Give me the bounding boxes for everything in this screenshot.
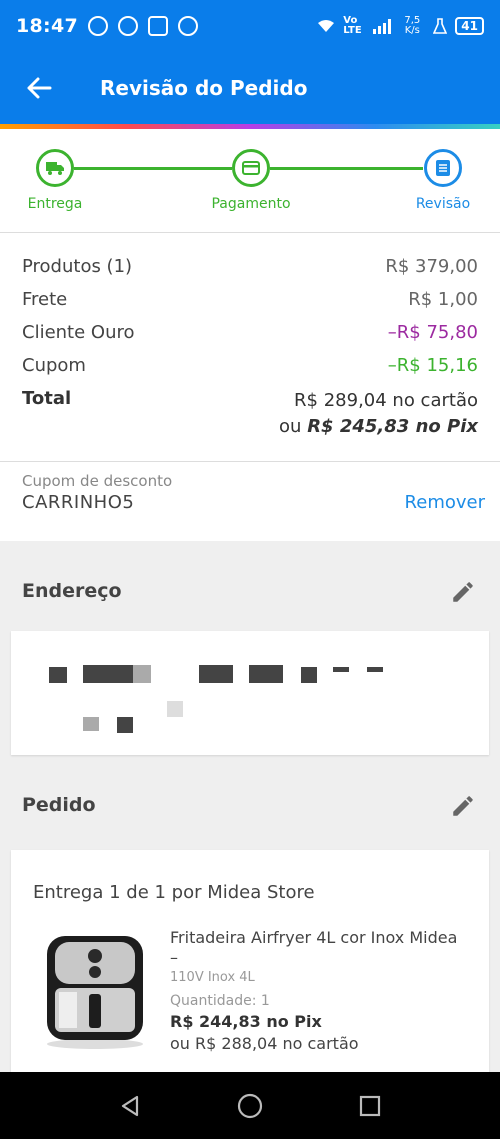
summary-value: –R$ 15,16 [387,355,478,376]
step-pagamento[interactable]: Pagamento [191,149,311,212]
square-recents-icon [359,1095,381,1116]
order-title: Pedido [22,794,96,816]
step-revisao[interactable]: Revisão [383,149,500,212]
summary-value: R$ 1,00 [408,289,478,310]
redacted-text [301,667,317,683]
status-bar: 18:47 Vo LTE 7,5 K/s 41 [0,0,500,52]
summary-label: Frete [22,289,68,310]
step-entrega[interactable]: Entrega [0,149,115,212]
total-pix: R$ 245,83 no Pix [307,416,478,437]
card-icon [242,161,260,175]
summary-row-gold-client: Cliente Ouro –R$ 75,80 [22,322,478,343]
nav-recents-button[interactable] [350,1086,390,1126]
notification-icons [87,16,198,36]
arrow-left-icon [27,77,52,99]
redacted-text [83,717,99,731]
whatsapp-icon [117,16,138,36]
app-bar: Revisão do Pedido [0,52,500,124]
product-price-card: ou R$ 288,04 no cartão [170,1034,359,1053]
summary-label: Produtos (1) [22,256,133,277]
triangle-back-icon [121,1095,139,1116]
circle-home-icon [237,1093,263,1118]
redacted-text [367,667,383,672]
redacted-text [117,717,133,733]
summary-value: R$ 379,00 [385,256,478,277]
wifi-icon [318,20,335,32]
incognito-icon [147,16,168,36]
edit-order-button[interactable] [448,791,478,821]
seller-line: Entrega 1 de 1 por Midea Store [33,882,315,903]
summary-row-total: Total R$ 289,04 no cartão ou R$ 245,83 n… [22,388,478,440]
step-label: Entrega [27,196,83,212]
network-label: Vo LTE [343,15,362,36]
product-price-pix: R$ 244,83 no Pix [170,1012,322,1031]
redacted-text [333,667,349,672]
speed-label: 7,5 K/s [404,15,421,36]
summary-value: –R$ 75,80 [387,322,478,343]
summary-row-shipping: Frete R$ 1,00 [22,289,478,310]
total-card: R$ 289,04 no cartão [294,390,478,411]
truck-icon [46,162,64,175]
nav-back-button[interactable] [110,1086,150,1126]
back-button[interactable] [0,52,78,124]
pencil-icon [453,582,473,602]
product-image[interactable] [39,930,151,1050]
product-name[interactable]: Fritadeira Airfryer 4L cor Inox Midea – [170,928,470,968]
address-card[interactable] [11,631,489,755]
step-label: Revisão [415,196,471,212]
quantity-label: Quantidade: [170,993,257,1009]
coupon-label: Cupom de desconto [22,472,173,490]
step-circle [424,149,462,187]
order-card: Entrega 1 de 1 por Midea Store Fritadeir… [11,850,489,1080]
product-info: Fritadeira Airfryer 4L cor Inox Midea – … [170,928,470,1053]
coupon-section: Cupom de desconto CARRINHO5 Remover [0,461,500,541]
page-title: Revisão do Pedido [100,76,308,100]
summary-row-products: Produtos (1) R$ 379,00 [22,256,478,277]
system-nav-bar [0,1072,500,1139]
chat-icon [177,16,198,36]
coupon-code: CARRINHO5 [22,492,135,513]
summary-label: Cupom [22,355,86,376]
total-pix-prefix: ou [279,416,302,437]
total-label: Total [22,388,72,409]
document-icon [436,160,450,176]
redacted-text [167,701,183,717]
redacted-text [199,665,233,683]
quantity-value: 1 [260,993,270,1009]
nav-home-button[interactable] [230,1086,270,1126]
pencil-icon [453,796,473,816]
edit-address-button[interactable] [448,577,478,607]
flask-icon [433,18,448,34]
address-title: Endereço [22,580,122,602]
total-value: R$ 289,04 no cartão ou R$ 245,83 no Pix [279,388,478,440]
remove-coupon-button[interactable]: Remover [405,492,485,513]
battery-indicator: 41 [455,17,484,35]
notification-icon [87,16,108,36]
redacted-text [83,665,139,683]
step-circle [232,149,270,187]
step-label: Pagamento [211,196,291,212]
summary-row-coupon: Cupom –R$ 15,16 [22,355,478,376]
order-summary: Produtos (1) R$ 379,00 Frete R$ 1,00 Cli… [0,233,500,461]
redacted-text [49,667,67,683]
redacted-text [133,665,151,683]
checkout-stepper: Entrega Pagamento Revisão [0,129,500,233]
signal-icon [373,18,392,34]
product-variant: 110V Inox 4L [170,970,255,985]
summary-label: Cliente Ouro [22,322,135,343]
product-quantity: Quantidade: 1 [170,993,470,1009]
step-circle [36,149,74,187]
status-time: 18:47 [16,15,78,37]
redacted-text [249,665,283,683]
